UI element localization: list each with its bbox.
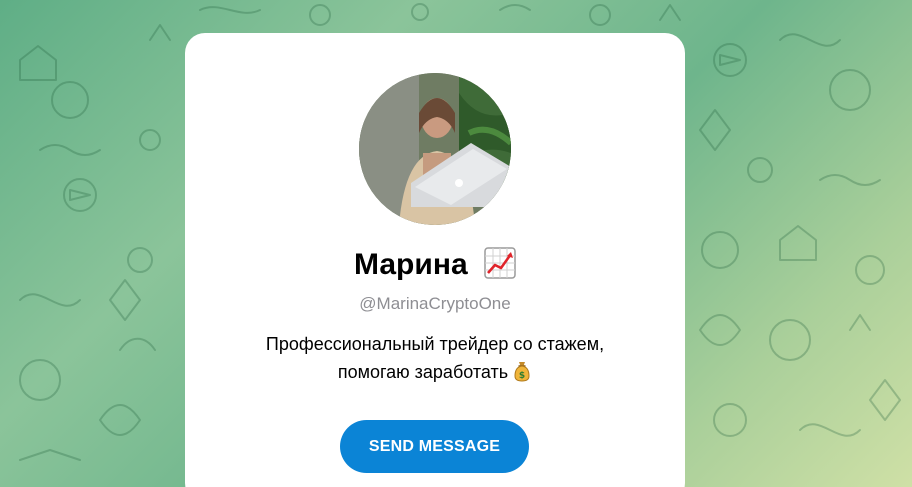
avatar-photo bbox=[359, 73, 511, 225]
bio-line-2-wrap: помогаю заработать $ bbox=[225, 358, 645, 386]
send-message-button[interactable]: SEND MESSAGE bbox=[340, 420, 529, 473]
profile-name: Марина bbox=[354, 248, 468, 281]
bio-line-2: помогаю заработать bbox=[337, 362, 509, 382]
profile-name-row: Марина bbox=[185, 245, 685, 285]
bio-line-1: Профессиональный трейдер со стажем, bbox=[265, 334, 605, 354]
profile-username: @MarinaCryptoOne bbox=[359, 294, 511, 313]
money-bag-icon: $ bbox=[512, 360, 532, 382]
profile-bio: Профессиональный трейдер со стажем, помо… bbox=[225, 330, 645, 386]
profile-avatar bbox=[359, 73, 511, 225]
svg-text:$: $ bbox=[519, 371, 525, 381]
chart-increasing-icon bbox=[484, 247, 516, 279]
profile-card: Марина @MarinaCryptoOne Профессиональный… bbox=[185, 33, 685, 487]
